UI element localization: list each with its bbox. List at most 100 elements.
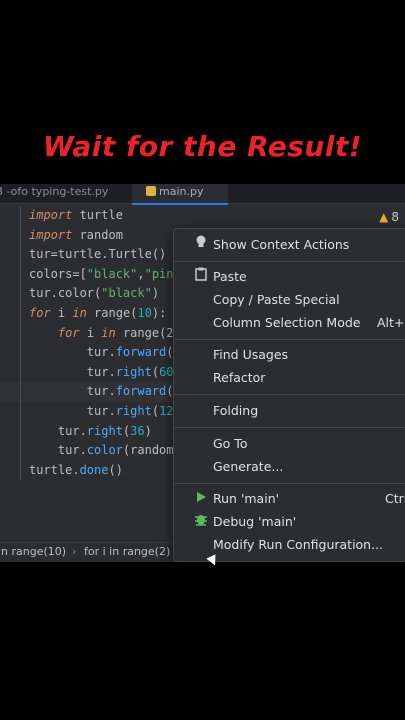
bulb-icon: [193, 234, 209, 256]
menu-item-refactor[interactable]: Refactor: [174, 367, 405, 389]
menu-item-find-usages[interactable]: Find Usages: [174, 344, 405, 366]
code-line-text: for i in range(10):: [29, 304, 166, 324]
code-token: color: [86, 443, 123, 458]
code-token: 60: [159, 364, 174, 379]
menu-item-label: Copy / Paste Special: [213, 292, 340, 307]
code-token: "black": [101, 286, 152, 301]
code-token: tur.: [29, 423, 87, 438]
video-headline: Wait for the Result!: [42, 130, 363, 163]
code-token: tur.color(: [29, 286, 102, 301]
menu-item-label: Folding: [213, 403, 259, 418]
code-token: done: [79, 462, 109, 477]
code-token: tur.: [29, 364, 116, 379]
menu-item-label: Column Selection Mode: [213, 315, 361, 330]
code-token: forward: [115, 345, 167, 360]
code-token: "black": [86, 266, 138, 281]
code-token: turtle: [72, 208, 123, 222]
tab-main[interactable]: main.py: [132, 184, 228, 205]
code-line-text: import turtle: [29, 206, 123, 226]
menu-item-copy-paste-special[interactable]: Copy / Paste Special: [174, 289, 405, 311]
menu-item-label: Go To: [213, 436, 248, 451]
menu-item-label: Debug 'main': [213, 514, 297, 529]
code-token: right: [115, 364, 152, 379]
code-token: range(2: [115, 325, 174, 340]
code-line-text: tur=turtle.Turtle(): [29, 245, 166, 265]
code-token: forward: [115, 384, 167, 399]
code-token: tur.: [29, 443, 87, 458]
code-token: turtle.: [29, 462, 80, 477]
code-token: in: [72, 306, 87, 320]
debug-icon: [193, 511, 209, 533]
code-line-text: turtle.done(): [29, 461, 123, 481]
code-token: (: [151, 364, 160, 379]
menu-item-go-to[interactable]: Go To: [174, 433, 405, 455]
code-token: for: [57, 325, 80, 340]
menu-divider: [174, 394, 405, 395]
code-token: import: [29, 227, 73, 242]
code-token: in: [101, 325, 116, 340]
python-file-icon: [146, 186, 156, 196]
run-icon: [193, 488, 209, 510]
code-token: for: [29, 306, 51, 320]
code-line-text: tur.right(12: [29, 402, 174, 422]
context-menu: Show Context Actions Paste Copy / Paste …: [173, 228, 405, 562]
code-token: 10: [137, 306, 152, 320]
code-line-text: import random: [29, 226, 123, 246]
menu-item-label: Find Usages: [213, 347, 289, 362]
menu-item-show-context-actions[interactable]: Show Context Actions: [174, 234, 405, 256]
menu-item-debug-main[interactable]: Debug 'main': [174, 511, 405, 533]
menu-item-column-selection-mode[interactable]: Column Selection Mode Alt+S: [174, 312, 405, 334]
code-line-text: colors=["black","pin: [29, 265, 174, 285]
menu-item-label: Run 'main': [213, 491, 280, 506]
code-line-text: tur.forward(: [29, 343, 174, 363]
code-token: tur.: [29, 345, 116, 360]
menu-item-run-main[interactable]: Run 'main' Ctrl: [174, 488, 405, 510]
menu-item-paste[interactable]: Paste: [174, 266, 405, 288]
menu-item-label: Show Context Actions: [213, 237, 350, 252]
code-token: right: [115, 404, 152, 418]
clipboard-icon: [193, 266, 209, 288]
code-token: ): [151, 286, 160, 301]
breadcrumb-item[interactable]: in range(10): [0, 543, 66, 561]
menu-item-generate[interactable]: Generate...: [174, 456, 405, 478]
code-line-text: tur.right(36): [29, 422, 152, 442]
menu-divider: [174, 427, 405, 428]
code-token: i: [79, 325, 102, 340]
menu-divider: [174, 339, 405, 340]
menu-item-label: Paste: [213, 269, 247, 284]
menu-item-label: Refactor: [213, 370, 266, 385]
code-line-text: tur.color(random: [29, 441, 174, 461]
code-token: random: [72, 227, 123, 242]
code-line-text: tur.color("black"): [29, 284, 159, 304]
tab-typing-test[interactable]: 3 -ofo typing-test.py: [0, 184, 108, 204]
menu-item-modify-run-configuration[interactable]: Modify Run Configuration...: [174, 534, 405, 556]
code-token: ,: [137, 266, 145, 281]
code-token: ):: [151, 306, 167, 320]
code-token: (random: [122, 443, 174, 458]
menu-item-shortcut: Alt+S: [377, 315, 405, 330]
breadcrumb-item[interactable]: for i in range(2): [84, 543, 170, 561]
code-line[interactable]: import turtle: [0, 206, 405, 226]
code-token: ): [144, 423, 152, 438]
code-token: (): [108, 462, 123, 477]
code-token: range(: [86, 306, 138, 320]
code-token: tur.: [29, 404, 116, 418]
code-token: (: [151, 404, 160, 418]
code-line-text: tur.forward(: [29, 382, 174, 402]
editor-tab-bar: 3 -ofo typing-test.py main.py: [0, 184, 405, 205]
breadcrumb-separator: ›: [72, 545, 77, 558]
tab-label: 3 -ofo typing-test.py: [0, 185, 109, 198]
menu-item-label: Modify Run Configuration...: [213, 537, 384, 552]
menu-item-shortcut: Ctrl: [385, 491, 405, 506]
code-token: i: [50, 306, 73, 320]
code-token: tur.: [29, 384, 116, 399]
code-token: colors=[: [29, 266, 87, 281]
fold-guide: [20, 206, 21, 481]
menu-divider: [174, 261, 405, 262]
menu-divider: [174, 483, 405, 484]
code-line-text: tur.right(60: [29, 363, 174, 383]
code-token: right: [86, 423, 123, 438]
menu-item-folding[interactable]: Folding: [174, 400, 405, 422]
code-token: import: [29, 208, 73, 222]
